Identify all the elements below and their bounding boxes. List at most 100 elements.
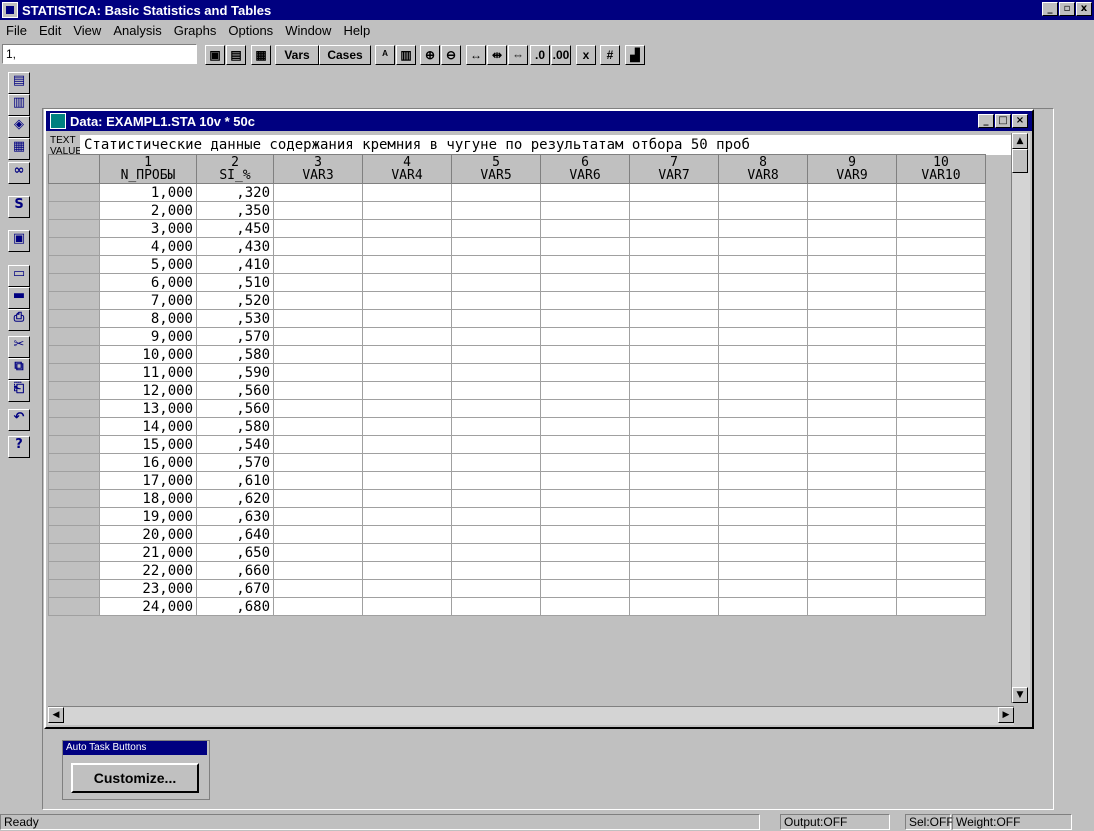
table-cell[interactable] [629,237,719,256]
column-header[interactable]: 7 VAR7 [629,154,719,184]
menu-edit[interactable]: Edit [33,23,67,38]
table-cell[interactable]: ,530 [196,309,274,328]
grid-icon[interactable]: ▦ [251,45,271,65]
restore-button[interactable]: ▫ [1059,2,1075,16]
menu-window[interactable]: Window [279,23,337,38]
column-header[interactable]: 10 VAR10 [896,154,986,184]
table-cell[interactable] [629,201,719,220]
table-cell[interactable] [629,345,719,364]
table-cell[interactable] [807,579,897,598]
table-cell[interactable] [718,291,808,310]
table-cell[interactable]: 17,000 [99,471,197,490]
table-cell[interactable] [718,471,808,490]
help-icon[interactable]: ? [8,436,30,458]
data-minimize-button[interactable]: _ [978,114,994,128]
table-cell[interactable] [896,525,986,544]
table-cell[interactable] [629,417,719,436]
table-cell[interactable] [718,309,808,328]
widen-column-icon[interactable]: ↔ [466,45,486,65]
table-cell[interactable] [629,579,719,598]
table-cell[interactable] [629,597,719,616]
table-cell[interactable]: 4,000 [99,237,197,256]
table-cell[interactable]: 18,000 [99,489,197,508]
scroll-right-icon[interactable]: ▶ [998,707,1014,723]
table-cell[interactable] [718,255,808,274]
table-cell[interactable] [807,561,897,580]
table-cell[interactable] [807,237,897,256]
table-cell[interactable] [273,525,363,544]
horizontal-scrollbar[interactable]: ◀ ▶ [48,706,1014,725]
copy-icon[interactable]: ⧉ [8,358,30,380]
table-cell[interactable] [896,561,986,580]
table-cell[interactable] [896,201,986,220]
table-cell[interactable] [807,381,897,400]
row-header[interactable] [48,579,100,598]
table-cell[interactable] [273,561,363,580]
table-cell[interactable] [540,363,630,382]
table-cell[interactable] [362,255,452,274]
table-cell[interactable] [362,489,452,508]
text-values-icon[interactable]: ᴬ [375,45,395,65]
table-cell[interactable] [718,399,808,418]
open-icon[interactable]: ▭ [8,265,30,287]
table-cell[interactable] [718,345,808,364]
table-cell[interactable] [362,309,452,328]
table-cell[interactable]: 6,000 [99,273,197,292]
table-cell[interactable]: 1,000 [99,183,197,202]
table-cell[interactable] [718,363,808,382]
table-cell[interactable]: 22,000 [99,561,197,580]
vars-button[interactable]: Vars [275,45,319,65]
row-header[interactable] [48,417,100,436]
table-cell[interactable] [896,453,986,472]
table-cell[interactable]: 8,000 [99,309,197,328]
table-cell[interactable] [451,435,541,454]
cases-button[interactable]: Cases [319,45,371,65]
table-cell[interactable] [718,417,808,436]
table-cell[interactable] [540,201,630,220]
table-cell[interactable]: ,640 [196,525,274,544]
table-cell[interactable] [896,489,986,508]
table-cell[interactable] [451,543,541,562]
sheet-icon[interactable]: ▤ [226,45,246,65]
table-cell[interactable] [273,453,363,472]
menu-analysis[interactable]: Analysis [107,23,167,38]
table-cell[interactable] [718,201,808,220]
table-cell[interactable]: ,660 [196,561,274,580]
table-cell[interactable]: 14,000 [99,417,197,436]
table-cell[interactable] [540,561,630,580]
table-cell[interactable]: ,450 [196,219,274,238]
table-cell[interactable] [540,183,630,202]
value-labels-icon[interactable]: # [600,45,620,65]
table-cell[interactable] [273,471,363,490]
table-cell[interactable] [540,345,630,364]
table-cell[interactable] [807,273,897,292]
s-icon[interactable]: S [8,196,30,218]
column-header[interactable]: 6 VAR6 [540,154,630,184]
table-cell[interactable] [273,237,363,256]
table-icon[interactable]: ▣ [8,230,30,252]
table-cell[interactable] [718,237,808,256]
vertical-scrollbar[interactable]: ▲ ▼ [1011,133,1030,703]
table-cell[interactable]: 9,000 [99,327,197,346]
table-cell[interactable]: ,540 [196,435,274,454]
table-cell[interactable] [540,273,630,292]
table-cell[interactable] [807,363,897,382]
table-cell[interactable] [896,543,986,562]
table-cell[interactable] [540,453,630,472]
table-cell[interactable] [273,399,363,418]
table-cell[interactable] [807,399,897,418]
table-cell[interactable] [273,345,363,364]
table-cell[interactable] [451,381,541,400]
table-cell[interactable] [540,381,630,400]
table-cell[interactable] [896,255,986,274]
table-cell[interactable] [896,345,986,364]
column-width-icon[interactable]: ⇔ [508,45,528,65]
table-cell[interactable] [807,525,897,544]
table-cell[interactable] [451,219,541,238]
table-cell[interactable]: 2,000 [99,201,197,220]
table-cell[interactable] [807,417,897,436]
zoom-in-icon[interactable]: ⊕ [420,45,440,65]
table-cell[interactable] [273,273,363,292]
table-cell[interactable] [362,399,452,418]
row-header[interactable] [48,291,100,310]
